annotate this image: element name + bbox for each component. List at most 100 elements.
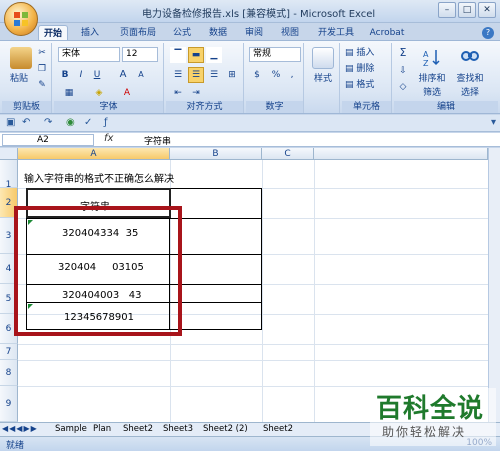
ribbon: 粘贴 ✂ ❐ ✎ 剪贴板 宋体 12 B I U A A ▦ ◈ A ↘ 字体 … [0, 40, 500, 114]
font-size-box[interactable]: 12 [122, 47, 158, 62]
tab-view[interactable]: 视图 [276, 25, 304, 41]
cut-icon[interactable]: ✂ [36, 45, 48, 61]
align-left-icon[interactable]: ☰ [170, 67, 186, 83]
underline-button[interactable]: U [90, 67, 104, 83]
ribbon-tabs: 开始 插入 页面布局 公式 数据 审阅 视图 开发工具 Acrobat ? [0, 23, 500, 41]
align-middle-icon[interactable]: ▬ [188, 47, 204, 63]
delete-cells-button[interactable]: ▤ 删除 [344, 61, 390, 77]
align-top-icon[interactable]: ▔ [170, 47, 186, 63]
formula-bar: A2 fx 字符串 [0, 133, 500, 147]
column-header-a[interactable]: A [18, 148, 170, 160]
select-all-corner[interactable] [0, 148, 18, 160]
sheet-tab-sheet2-b[interactable]: Sheet2 [260, 423, 296, 436]
sheet-tab-sample[interactable]: Sample [52, 423, 90, 436]
worksheet-grid[interactable]: A B C 1 2 3 4 5 6 7 8 9 输入字符串的格式不正确怎么解决 … [0, 148, 500, 422]
row-header-9[interactable]: 9 [0, 386, 18, 422]
font-name-box[interactable]: 宋体 [58, 47, 120, 62]
percent-button[interactable]: % [270, 67, 282, 83]
maximize-button[interactable]: □ [458, 2, 476, 18]
indent-decrease-icon[interactable]: ⇤ [170, 85, 186, 101]
format-cells-button[interactable]: ▤ 格式 [344, 77, 390, 93]
number-format-box[interactable]: 常规 [249, 47, 301, 62]
gridline [262, 160, 263, 422]
format-painter-icon[interactable]: ✎ [36, 77, 48, 93]
window-title: 电力设备检修报告.xls [兼容模式] - Microsoft Excel [142, 9, 376, 20]
name-box[interactable]: A2 [2, 134, 94, 146]
cell-a1[interactable]: 输入字符串的格式不正确怎么解决 [24, 170, 174, 185]
borders-icon[interactable]: ▦ [58, 85, 80, 101]
fx-icon[interactable]: fx [104, 133, 113, 144]
tab-page-layout[interactable]: 页面布局 [112, 25, 164, 41]
tab-developer[interactable]: 开发工具 [312, 25, 360, 41]
watermark-slogan: 助你轻松解决 [382, 425, 467, 439]
insert-cells-button[interactable]: ▤ 插入 [344, 45, 390, 61]
row-header-1[interactable]: 1 [0, 160, 18, 190]
find-select-icon[interactable] [460, 47, 480, 67]
insert-cells-label: 插入 [356, 48, 375, 58]
sheet-tab-plan[interactable]: Plan [90, 423, 114, 436]
find-select-label-2[interactable]: 选择 [452, 85, 488, 101]
tab-data[interactable]: 数据 [204, 25, 232, 41]
vertical-scrollbar[interactable] [488, 148, 500, 422]
indent-increase-icon[interactable]: ⇥ [188, 85, 204, 101]
sheet-tab-sheet2-copy[interactable]: Sheet2 (2) [200, 423, 251, 436]
tab-home[interactable]: 开始 [38, 25, 68, 41]
watermark-logo: 百科全说 [376, 394, 485, 424]
bold-button[interactable]: B [58, 67, 72, 83]
clear-icon[interactable]: ◇ [396, 79, 410, 95]
tab-acrobat[interactable]: Acrobat [366, 25, 408, 41]
fill-icon[interactable]: ⇩ [396, 63, 410, 79]
align-bottom-icon[interactable]: ▁ [206, 47, 222, 63]
column-header-blank [314, 148, 488, 160]
tab-insert[interactable]: 插入 [76, 25, 104, 41]
quick-access-toolbar: ▣ ↶ ↷ ◉ ✓ ƒ ▾ [0, 115, 500, 132]
sheet-nav-arrows-icon[interactable]: ◀◀◀▶▶ [2, 424, 38, 433]
group-label-editing: 编辑 [394, 101, 498, 113]
redo-icon[interactable]: ↷ [44, 117, 52, 128]
tab-review[interactable]: 审阅 [240, 25, 268, 41]
paste-button[interactable]: 粘贴 [4, 71, 34, 87]
comma-button[interactable]: , [286, 67, 298, 83]
fill-color-icon[interactable]: ◈ [88, 85, 110, 101]
sort-filter-label-2[interactable]: 筛选 [414, 85, 450, 101]
sheet-tab-sheet3[interactable]: Sheet3 [160, 423, 196, 436]
gridline [314, 160, 315, 422]
svg-text:A: A [423, 50, 429, 59]
sort-filter-icon[interactable]: AZ [422, 47, 442, 68]
insert-function-icon[interactable]: ƒ [104, 117, 108, 128]
formula-input[interactable]: 字符串 [144, 134, 171, 147]
copy-icon[interactable]: ❐ [36, 61, 48, 77]
align-center-icon[interactable]: ☰ [188, 67, 204, 83]
row-header-7[interactable]: 7 [0, 344, 18, 360]
paste-icon[interactable] [10, 47, 32, 69]
autosum-button[interactable]: Σ [396, 45, 410, 61]
align-right-icon[interactable]: ☰ [206, 67, 222, 83]
minimize-button[interactable]: – [438, 2, 456, 18]
italic-button[interactable]: I [74, 67, 88, 83]
styles-button[interactable]: 样式 [308, 71, 338, 87]
row-header-8[interactable]: 8 [0, 360, 18, 386]
title-bar: 电力设备检修报告.xls [兼容模式] - Microsoft Excel – … [0, 0, 500, 36]
save-icon[interactable]: ▣ [6, 117, 15, 128]
group-clipboard: 粘贴 ✂ ❐ ✎ 剪贴板 [2, 43, 52, 113]
styles-icon[interactable] [312, 47, 334, 69]
close-button[interactable]: ✕ [478, 2, 496, 18]
sheet-tab-sheet2[interactable]: Sheet2 [120, 423, 156, 436]
currency-icon[interactable]: $ [249, 67, 265, 83]
preview-icon[interactable]: ◉ [66, 117, 75, 128]
tab-formulas[interactable]: 公式 [168, 25, 196, 41]
font-color-icon[interactable]: A [116, 85, 138, 101]
customize-qat-icon[interactable]: ▾ [491, 117, 496, 128]
group-label-cells: 单元格 [342, 101, 391, 113]
grow-font-button[interactable]: A [116, 67, 130, 83]
merge-center-icon[interactable]: ⊞ [224, 67, 240, 83]
column-header-b[interactable]: B [170, 148, 262, 160]
help-icon[interactable]: ? [482, 27, 494, 39]
office-logo-icon [14, 12, 28, 26]
undo-icon[interactable]: ↶ [22, 117, 30, 128]
gridline [18, 344, 488, 345]
shrink-font-button[interactable]: A [134, 67, 148, 83]
office-button[interactable] [4, 2, 38, 36]
column-header-c[interactable]: C [262, 148, 314, 160]
spellcheck-icon[interactable]: ✓ [84, 117, 92, 128]
